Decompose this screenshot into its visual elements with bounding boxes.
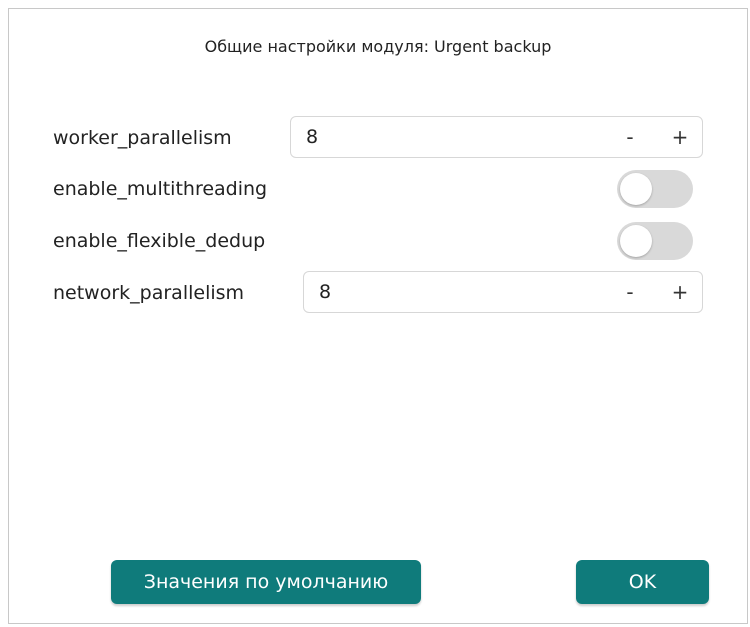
network-parallelism-decrement-button[interactable]: -	[618, 280, 642, 304]
toggle-knob	[620, 173, 652, 205]
worker-parallelism-stepper: 8 - +	[290, 116, 703, 158]
network-parallelism-value[interactable]: 8	[319, 281, 331, 303]
network-parallelism-stepper: 8 - +	[303, 271, 703, 313]
enable-multithreading-toggle[interactable]	[617, 170, 693, 208]
worker-parallelism-increment-button[interactable]: +	[668, 125, 692, 149]
dialog-title: Общие настройки модуля: Urgent backup	[204, 37, 552, 56]
setting-row-network-parallelism: network_parallelism 8 - +	[53, 271, 703, 315]
settings-dialog: Общие настройки модуля: Urgent backup wo…	[8, 8, 748, 624]
ok-button[interactable]: OK	[576, 560, 709, 604]
setting-label-network-parallelism: network_parallelism	[53, 282, 245, 304]
setting-row-enable-multithreading: enable_multithreading	[53, 167, 703, 211]
network-parallelism-increment-button[interactable]: +	[668, 280, 692, 304]
enable-flexible-dedup-toggle[interactable]	[617, 222, 693, 260]
setting-row-worker-parallelism: worker_parallelism 8 - +	[53, 116, 703, 160]
setting-label-enable-multithreading: enable_multithreading	[53, 178, 268, 200]
setting-row-enable-flexible-dedup: enable_flexible_dedup	[53, 219, 703, 263]
setting-label-worker-parallelism: worker_parallelism	[53, 127, 232, 149]
toggle-knob	[620, 225, 652, 257]
worker-parallelism-value[interactable]: 8	[306, 126, 318, 148]
worker-parallelism-decrement-button[interactable]: -	[618, 125, 642, 149]
setting-label-enable-flexible-dedup: enable_flexible_dedup	[53, 230, 266, 252]
restore-defaults-button[interactable]: Значения по умолчанию	[111, 560, 421, 604]
